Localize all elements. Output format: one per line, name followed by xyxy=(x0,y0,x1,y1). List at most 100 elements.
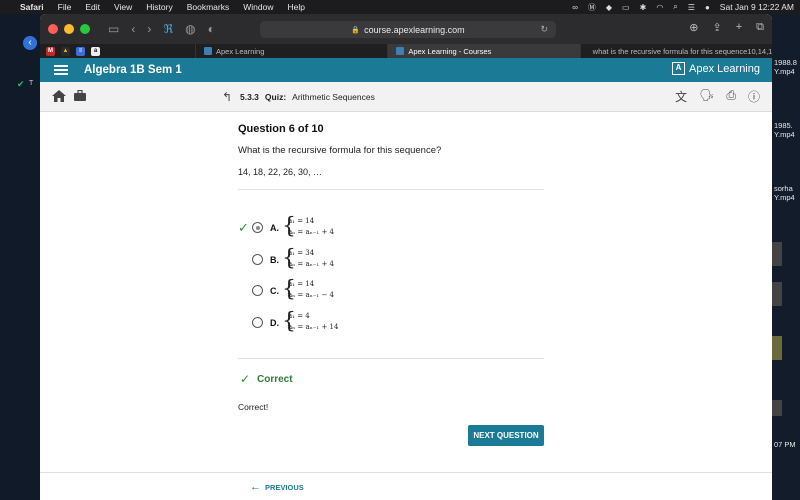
question-number: Question 6 of 10 xyxy=(238,123,324,135)
formula-line: a₁ = 14 xyxy=(288,280,315,288)
quiz-content: Question 6 of 10 What is the recursive f… xyxy=(40,112,772,500)
amazon-icon[interactable]: a xyxy=(91,46,100,56)
desktop-left-label: T xyxy=(29,80,34,87)
previous-label: PREVIOUS xyxy=(265,482,304,492)
menu-bookmarks[interactable]: Bookmarks xyxy=(187,2,230,12)
address-bar[interactable]: 🔒 course.apexlearning.com ↻ xyxy=(260,21,556,38)
desktop-thumbnail[interactable] xyxy=(772,336,782,360)
desktop-thumbnail[interactable] xyxy=(772,400,782,416)
shield-check-icon: ✔ xyxy=(17,79,25,89)
section-type: Quiz: xyxy=(264,92,287,102)
creative-cloud-icon[interactable]: ∞ xyxy=(572,3,578,12)
answer-choice-a[interactable]: ✓ A. { a₁ = 14 aₙ = aₙ₋₁ + 4 xyxy=(238,216,538,242)
radio-button[interactable] xyxy=(252,317,263,328)
choice-letter: D. xyxy=(270,318,279,328)
feedback-text: Correct! xyxy=(238,402,269,412)
docs-icon[interactable]: ≡ xyxy=(76,46,85,56)
choice-letter: A. xyxy=(270,223,279,233)
zoom-window-button[interactable] xyxy=(80,24,90,34)
apex-logo[interactable]: A Apex Learning xyxy=(672,62,760,75)
answer-choice-b[interactable]: B. { a₁ = 34 aₙ = aₙ₋₁ + 4 xyxy=(238,248,538,274)
menu-help[interactable]: Help xyxy=(287,2,304,12)
extension-icon[interactable]: ℜ xyxy=(163,22,173,36)
extension-icon[interactable]: ◍ xyxy=(185,22,195,36)
text-to-speech-icon[interactable]: 🗣 xyxy=(699,88,714,105)
apex-favicon-icon xyxy=(204,47,212,55)
desktop-file-label[interactable]: 1985. xyxy=(774,121,793,130)
tab-bar: M ▲ ≡ a Apex Learning Apex Learning - Co… xyxy=(40,44,772,58)
wifi-icon[interactable]: ◠ xyxy=(656,3,663,12)
browser-tab[interactable]: what is the recursive formula for this s… xyxy=(579,44,772,58)
lock-icon: 🔒 xyxy=(351,26,361,34)
desktop-file-label[interactable]: 1988.8 xyxy=(774,58,797,67)
desktop-file-label[interactable]: Y.mp4 xyxy=(774,67,795,76)
help-icon[interactable]: ⓘ xyxy=(748,88,760,105)
menu-file[interactable]: File xyxy=(58,2,72,12)
control-center-icon[interactable]: ☰ xyxy=(688,3,695,12)
desktop-thumbnail[interactable] xyxy=(772,242,782,266)
battery-icon[interactable]: ▭ xyxy=(622,3,630,12)
drive-icon[interactable]: ▲ xyxy=(61,46,70,56)
privacy-shield-icon[interactable]: ◐ xyxy=(208,22,215,36)
print-icon[interactable]: ⎙ xyxy=(726,88,736,105)
radio-button[interactable] xyxy=(252,254,263,265)
back-arrow-icon[interactable]: ‹ xyxy=(23,36,37,50)
desktop-thumbnail[interactable] xyxy=(772,282,782,306)
desktop-file-label[interactable]: sorha xyxy=(774,184,793,193)
answer-choice-c[interactable]: C. { a₁ = 14 aₙ = aₙ₋₁ − 4 xyxy=(238,279,538,305)
radio-button[interactable] xyxy=(252,222,263,233)
menu-clock[interactable]: Sat Jan 9 12:22 AM xyxy=(720,2,794,12)
menu-edit[interactable]: Edit xyxy=(85,2,100,12)
formula-line: aₙ = aₙ₋₁ + 4 xyxy=(288,260,334,268)
desktop-file-label[interactable]: Y.mp4 xyxy=(774,193,795,202)
radio-button[interactable] xyxy=(252,285,263,296)
section-title: Arithmetic Sequences xyxy=(292,92,375,102)
arrow-left-icon: ← xyxy=(250,481,261,493)
tab-overview-icon[interactable]: ⧉ xyxy=(756,21,764,34)
menu-window[interactable]: Window xyxy=(243,2,273,12)
translate-icon[interactable]: 文 xyxy=(675,88,687,105)
previous-button[interactable]: ← PREVIOUS xyxy=(250,481,304,493)
spotlight-icon[interactable]: ⌕ xyxy=(673,2,677,12)
course-title: Algebra 1B Sem 1 xyxy=(84,64,182,76)
menu-icon[interactable] xyxy=(54,63,68,77)
share-icon[interactable]: ⇪ xyxy=(712,21,721,34)
download-icon[interactable]: ⊕ xyxy=(689,21,698,34)
safari-window: ▭ ‹ › ℜ ◍ ◐ 🔒 course.apexlearning.com ↻ … xyxy=(40,14,772,500)
briefcase-icon[interactable] xyxy=(74,90,86,101)
answer-choice-d[interactable]: D. { a₁ = 4 aₙ = aₙ₋₁ + 14 xyxy=(238,311,538,337)
close-window-button[interactable] xyxy=(48,24,58,34)
browser-tab-active[interactable]: Apex Learning - Courses xyxy=(387,44,580,58)
desktop-file-label[interactable]: Y.mp4 xyxy=(774,130,795,139)
siri-icon[interactable]: ● xyxy=(705,3,710,12)
divider xyxy=(40,472,772,473)
reload-icon[interactable]: ↻ xyxy=(540,24,548,35)
menu-history[interactable]: History xyxy=(146,2,172,12)
formula-line: a₁ = 34 xyxy=(288,249,315,257)
activity-nav: ↰ 5.3.3 Quiz: Arithmetic Sequences 文 🗣 ⎙ ⓘ xyxy=(40,82,772,112)
new-tab-icon[interactable]: + xyxy=(736,21,742,34)
minimize-window-button[interactable] xyxy=(64,24,74,34)
desktop-right-strip: 1988.8 Y.mp4 1985. Y.mp4 sorha Y.mp4 07 … xyxy=(772,14,800,500)
desktop-file-label[interactable]: 07 PM xyxy=(774,440,796,449)
menu-safari[interactable]: Safari xyxy=(20,2,44,12)
up-level-icon[interactable]: ↰ xyxy=(222,90,232,104)
next-question-button[interactable]: NEXT QUESTION xyxy=(468,425,544,446)
extension-icon[interactable]: Ⓜ xyxy=(588,2,596,13)
pinned-tab-icon[interactable]: M xyxy=(46,46,55,56)
question-sequence: 14, 18, 22, 26, 30, … xyxy=(238,167,323,177)
dropbox-icon[interactable]: ◆ xyxy=(606,3,612,12)
formula-line: aₙ = aₙ₋₁ − 4 xyxy=(288,291,334,299)
home-icon[interactable] xyxy=(52,90,66,102)
formula-line: a₁ = 14 xyxy=(288,217,315,225)
choice-letter: C. xyxy=(270,286,279,296)
browser-tab[interactable]: Apex Learning xyxy=(195,44,387,58)
sidebar-toggle-icon[interactable]: ▭ xyxy=(108,22,119,36)
apex-favicon-icon xyxy=(396,47,405,55)
bluetooth-icon[interactable]: ✱ xyxy=(640,3,647,12)
correct-check-icon: ✓ xyxy=(238,220,249,235)
divider xyxy=(238,189,544,190)
back-icon[interactable]: ‹ xyxy=(131,22,135,36)
forward-icon[interactable]: › xyxy=(147,22,151,36)
menu-view[interactable]: View xyxy=(114,2,132,12)
